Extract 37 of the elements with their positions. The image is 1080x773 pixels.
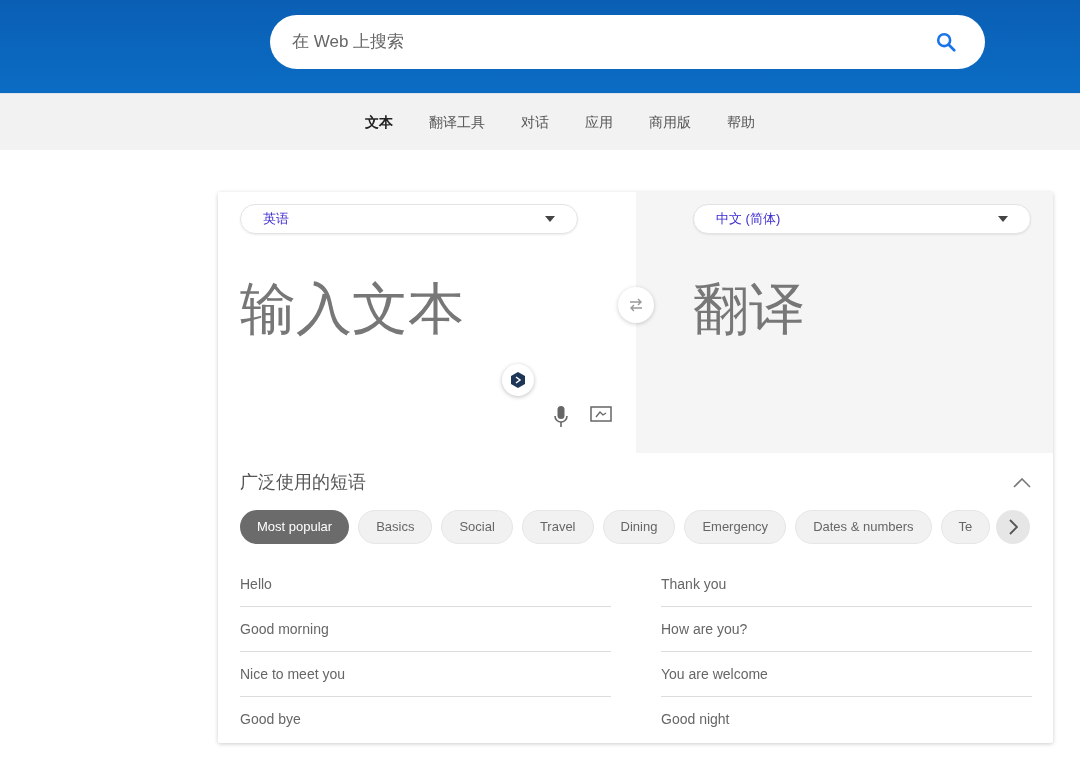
category-chip[interactable]: Social — [441, 510, 513, 544]
category-chip[interactable]: Dining — [602, 510, 676, 544]
nav-link[interactable]: 商用版 — [649, 111, 691, 133]
output-field[interactable]: 翻译 — [693, 274, 805, 344]
category-chip[interactable]: Dates & numbers — [795, 510, 932, 544]
category-chip[interactable]: Emergency — [684, 510, 787, 544]
chevron-right-icon — [1008, 519, 1018, 535]
phrase-item[interactable]: Thank you — [661, 573, 727, 595]
nav-link[interactable]: 对话 — [521, 111, 549, 133]
swap-icon — [628, 298, 644, 312]
phrase-item[interactable]: How are you? — [661, 618, 748, 640]
category-chip[interactable]: Most popular — [240, 510, 350, 544]
nav-link[interactable]: 应用 — [585, 111, 613, 133]
search-icon[interactable] — [935, 31, 957, 53]
next-button[interactable] — [996, 510, 1030, 544]
phrase-item[interactable]: You are welcome — [661, 663, 768, 685]
nav-link[interactable]: 翻译工具 — [429, 111, 485, 133]
caret-icon — [545, 216, 555, 222]
phrase-item[interactable]: Good night — [661, 709, 730, 730]
category-chip[interactable]: Basics — [358, 510, 433, 544]
image-icon[interactable] — [590, 406, 612, 422]
microphone-icon[interactable] — [554, 406, 568, 428]
phrase-item[interactable]: Nice to meet you — [240, 663, 346, 685]
nav-link[interactable]: 帮助 — [727, 111, 755, 133]
phrase-item[interactable]: Hello — [240, 573, 272, 595]
collapse-icon[interactable] — [1013, 477, 1031, 488]
category-chip[interactable]: Travel — [521, 510, 594, 544]
assistant-icon[interactable] — [502, 364, 534, 396]
section-title: 广泛使用的短语 — [240, 471, 366, 494]
phrase-item[interactable]: Good bye — [240, 709, 301, 730]
category-chip[interactable]: Te — [940, 510, 991, 544]
input-field[interactable]: 输入文本 — [240, 274, 600, 344]
nav-link[interactable]: 文本 — [365, 111, 393, 133]
search-field[interactable]: 在 Web 上搜索 — [270, 15, 985, 69]
caret-icon — [998, 216, 1008, 222]
phrase-item[interactable]: Good morning — [240, 618, 329, 640]
language-dropdown[interactable]: 中文 (简体) — [693, 204, 1031, 234]
